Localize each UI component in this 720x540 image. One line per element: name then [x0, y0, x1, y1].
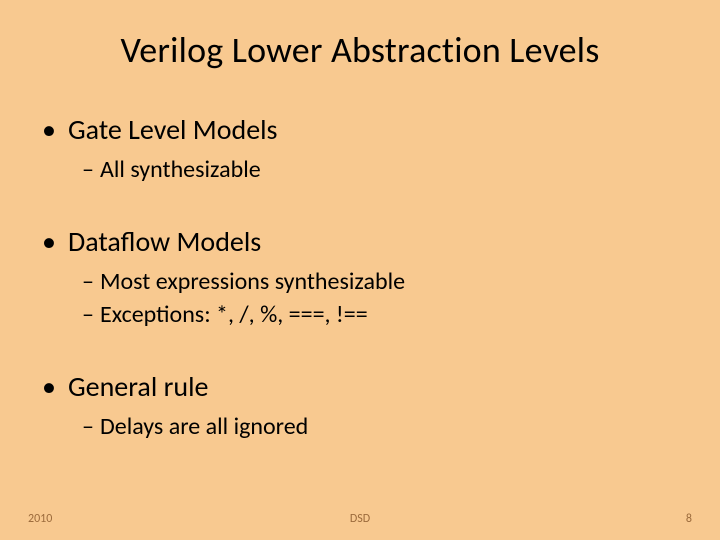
bullet-text: General rule [68, 369, 208, 404]
bullet-general-rule: •General rule [42, 369, 680, 404]
bullet-text: Dataflow Models [68, 224, 261, 259]
subbullet-text: Delays are all ignored [100, 412, 308, 441]
bullet-gate-level: •Gate Level Models [42, 112, 680, 147]
dash-icon: – [82, 267, 100, 296]
slide-title: Verilog Lower Abstraction Levels [40, 28, 680, 72]
bullet-icon: • [42, 224, 68, 259]
dash-icon: – [82, 300, 100, 329]
dash-icon: – [82, 412, 100, 441]
footer-label: DSD [0, 512, 720, 526]
slide: Verilog Lower Abstraction Levels •Gate L… [0, 0, 720, 540]
subbullet: –All synthesizable [82, 155, 680, 184]
bullet-dataflow: •Dataflow Models [42, 224, 680, 259]
subbullet: –Most expressions synthesizable [82, 267, 680, 296]
subbullet-text: All synthesizable [100, 155, 261, 184]
bullet-icon: • [42, 369, 68, 404]
subbullet-text: Most expressions synthesizable [100, 267, 405, 296]
bullet-icon: • [42, 112, 68, 147]
bullet-text: Gate Level Models [68, 112, 278, 147]
subbullet-text: Exceptions: *, /, %, ===, !== [100, 300, 368, 329]
slide-content: •Gate Level Models –All synthesizable •D… [40, 112, 680, 441]
dash-icon: – [82, 155, 100, 184]
slide-number: 8 [686, 512, 692, 526]
subbullet: –Delays are all ignored [82, 412, 680, 441]
subbullet: –Exceptions: *, /, %, ===, !== [82, 300, 680, 329]
